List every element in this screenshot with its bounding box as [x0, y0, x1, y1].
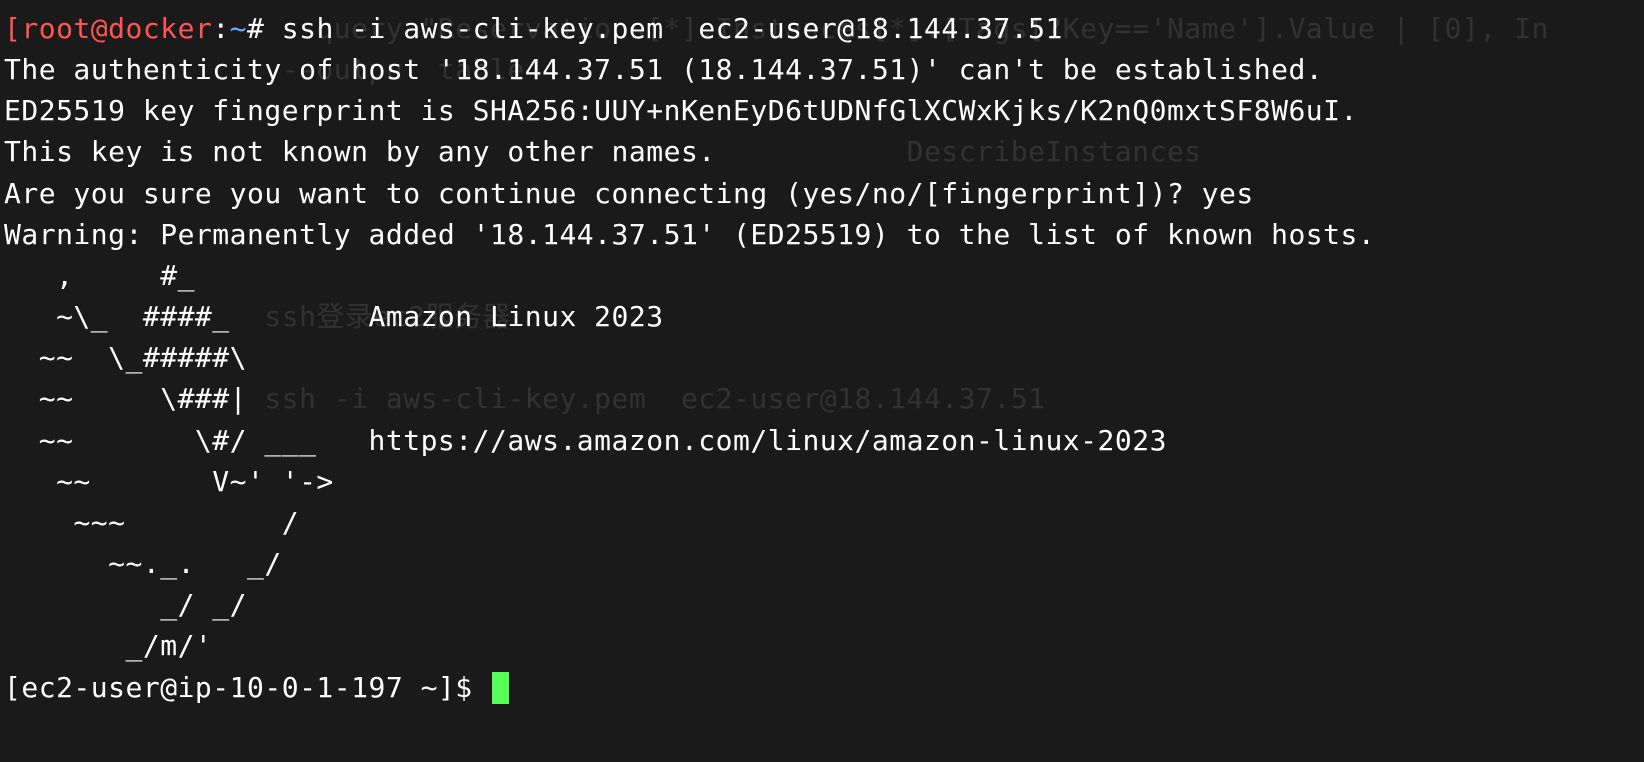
prompt-symbol: # [247, 12, 264, 45]
motd-line: _/ _/ [4, 584, 1640, 625]
terminal-output[interactable]: [root@docker:~# ssh -i aws-cli-key.pem e… [0, 0, 1644, 716]
output-warning: Warning: Permanently added '18.144.37.51… [4, 214, 1640, 255]
motd-line: ~~._. _/ [4, 543, 1640, 584]
output-confirm-line: Are you sure you want to continue connec… [4, 173, 1640, 214]
prompt-user: root [21, 12, 90, 45]
output-confirm-prompt: Are you sure you want to continue connec… [4, 177, 1202, 210]
motd-line: ~\_ ####_ Amazon Linux 2023 [4, 296, 1640, 337]
cursor-block [492, 672, 509, 704]
prompt-line-2[interactable]: [ec2-user@ip-10-0-1-197 ~]$ [4, 667, 1640, 708]
motd-line: _/m/' [4, 625, 1640, 666]
prompt-colon: : [212, 12, 229, 45]
prompt-line-1: [root@docker:~# ssh -i aws-cli-key.pem e… [4, 8, 1640, 49]
prompt-bracket-open: [ [4, 12, 21, 45]
output-not-known: This key is not known by any other names… [4, 131, 1640, 172]
motd-line: , #_ [4, 255, 1640, 296]
ssh-command: ssh -i aws-cli-key.pem ec2-user@18.144.3… [282, 12, 1063, 45]
motd-line: ~~ \_#####\ [4, 337, 1640, 378]
motd-line: ~~ \###| [4, 378, 1640, 419]
prompt-path: ~ [230, 12, 247, 45]
prompt-at: @ [91, 12, 108, 45]
ec2-prompt: [ec2-user@ip-10-0-1-197 ~]$ [4, 671, 490, 704]
output-fingerprint: ED25519 key fingerprint is SHA256:UUY+nK… [4, 90, 1640, 131]
prompt-host: docker [108, 12, 212, 45]
motd-line: ~~~ / [4, 502, 1640, 543]
motd-line: ~~ V~' '-> [4, 461, 1640, 502]
motd-line: ~~ \#/ ___ https://aws.amazon.com/linux/… [4, 420, 1640, 461]
user-input-yes: yes [1202, 177, 1254, 210]
output-authenticity: The authenticity of host '18.144.37.51 (… [4, 49, 1640, 90]
